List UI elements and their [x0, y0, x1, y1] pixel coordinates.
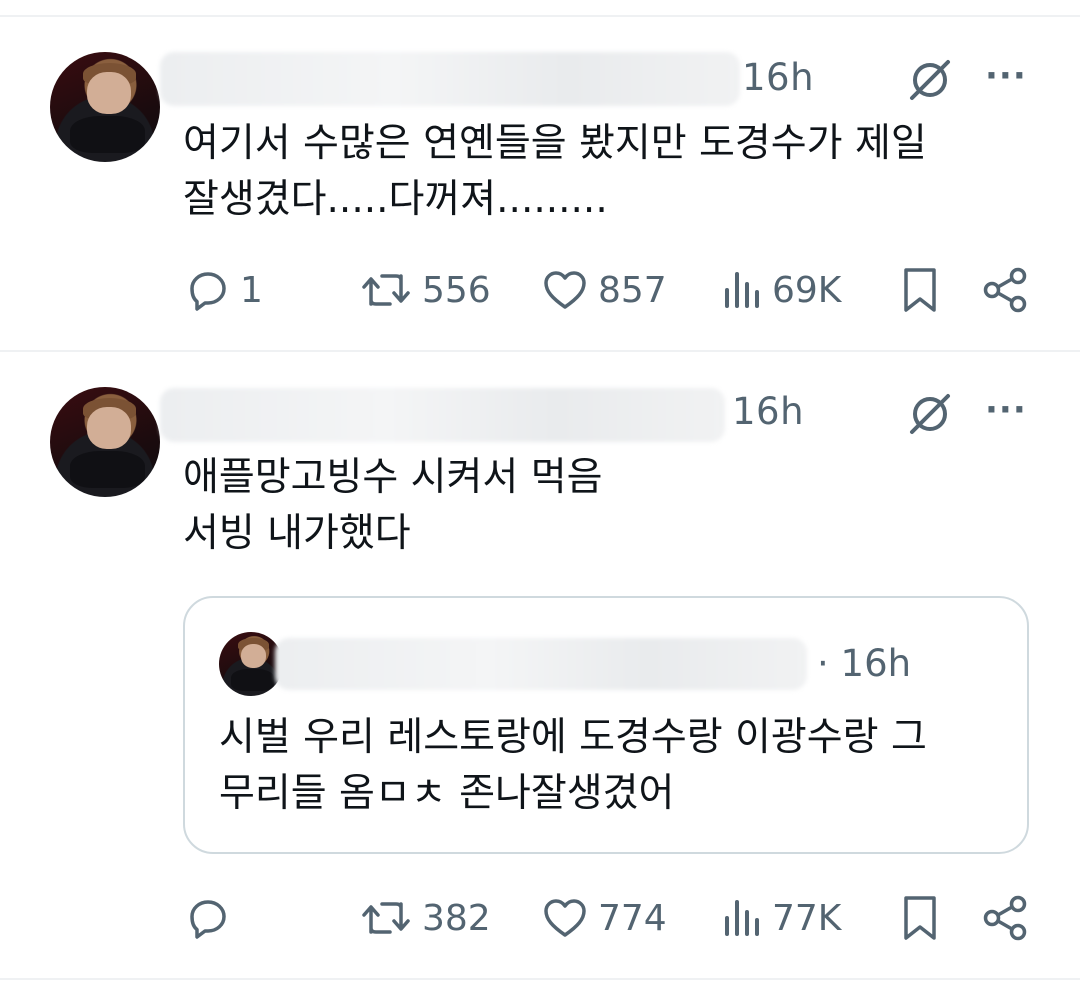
retweet-button[interactable]: 556	[360, 268, 491, 312]
share-icon	[983, 895, 1027, 941]
share-button[interactable]	[982, 894, 1028, 942]
tweet-text: 애플망고빙수 시켜서 먹음 서빙 내가했다	[183, 455, 603, 556]
reply-count: 1	[240, 269, 263, 311]
retweet-count: 556	[422, 269, 491, 311]
bookmark-icon	[904, 896, 936, 940]
retweet-icon	[362, 274, 410, 306]
views-count: 77K	[772, 897, 842, 939]
quote-avatar[interactable]	[219, 632, 283, 696]
views-icon	[725, 272, 759, 308]
like-count: 774	[598, 897, 667, 939]
reply-button[interactable]: 1	[186, 268, 263, 312]
views-icon	[725, 900, 759, 936]
like-count: 857	[598, 269, 667, 311]
bottom-divider	[0, 978, 1080, 980]
tweet-divider	[0, 350, 1080, 352]
redacted-username	[160, 52, 740, 106]
grok-icon[interactable]	[906, 56, 954, 104]
views-count: 69K	[772, 269, 842, 311]
tweet-text: 여기서 수많은 연옌들을 봤지만 도경수가 제일 잘생겼다.....다꺼져...…	[183, 121, 927, 222]
reply-icon	[190, 272, 226, 311]
grok-icon[interactable]	[906, 390, 954, 438]
like-button[interactable]: 774	[542, 896, 667, 940]
more-icon[interactable]: ···	[985, 390, 1027, 430]
share-icon	[983, 267, 1027, 313]
like-button[interactable]: 857	[542, 268, 667, 312]
bookmark-button[interactable]	[902, 894, 938, 942]
retweet-count: 382	[422, 897, 491, 939]
avatar[interactable]	[50, 52, 160, 162]
more-icon[interactable]: ···	[985, 56, 1027, 96]
heart-icon	[544, 271, 586, 309]
views-button[interactable]: 77K	[722, 896, 841, 940]
redacted-quote-username	[275, 638, 807, 690]
views-button[interactable]: 69K	[722, 268, 841, 312]
avatar[interactable]	[50, 387, 160, 497]
retweet-button[interactable]: 382	[360, 896, 491, 940]
quote-text: 시벌 우리 레스토랑에 도경수랑 이광수랑 그 무리들 옴ㅁㅊ 존나잘생겼어	[219, 715, 927, 816]
share-button[interactable]	[982, 266, 1028, 314]
retweet-icon	[362, 902, 410, 934]
heart-icon	[544, 899, 586, 937]
top-divider	[0, 15, 1080, 17]
reply-icon	[190, 900, 226, 939]
reply-button[interactable]	[186, 896, 240, 940]
bookmark-icon	[904, 268, 936, 312]
quoted-tweet[interactable]: · 16h 시벌 우리 레스토랑에 도경수랑 이광수랑 그 무리들 옴ㅁㅊ 존나…	[183, 596, 1029, 854]
redacted-username	[160, 388, 725, 442]
tweet-time[interactable]: 16h	[742, 56, 814, 99]
tweet-time[interactable]: 16h	[732, 390, 804, 433]
bookmark-button[interactable]	[902, 266, 938, 314]
quote-time[interactable]: · 16h	[817, 642, 911, 685]
